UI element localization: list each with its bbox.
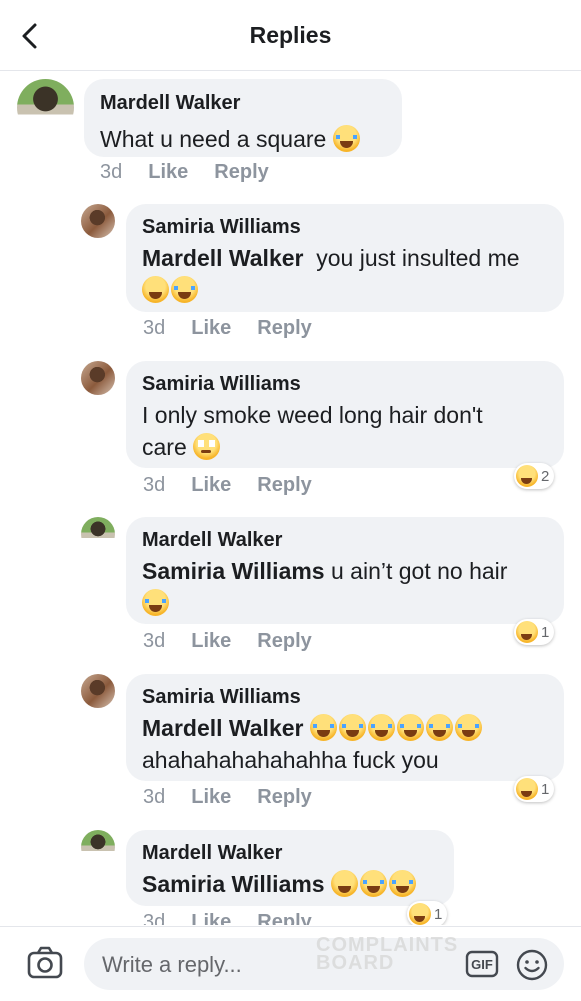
crying-face-icon xyxy=(454,714,482,741)
reply-input[interactable] xyxy=(100,948,444,982)
comment-time: 3d xyxy=(143,786,166,808)
comment-actions: 3d Like Reply xyxy=(143,317,338,340)
reply-input-container[interactable]: GIF xyxy=(84,938,564,990)
comment-time: 3d xyxy=(100,161,123,183)
smiley-icon[interactable] xyxy=(515,948,549,982)
comment-time: 3d xyxy=(143,474,166,496)
reply-button[interactable]: Reply xyxy=(257,911,311,925)
replies-list: Mardell Walker What u need a square 3d Li… xyxy=(0,71,581,925)
comment-author[interactable]: Mardell Walker xyxy=(142,842,282,865)
avatar[interactable] xyxy=(81,830,115,864)
page-title: Replies xyxy=(249,22,332,48)
comment-text: Samiria Williams u ain’t got no hair xyxy=(142,558,508,584)
comment-author[interactable]: Mardell Walker xyxy=(142,529,282,552)
comment-bubble[interactable]: Mardell Walker Samiria Williams xyxy=(126,830,454,906)
comment-actions: 3d Like Reply xyxy=(143,911,338,925)
laughing-face-icon xyxy=(142,276,169,303)
comment-bubble[interactable]: Mardell Walker Samiria Williams u ain’t … xyxy=(126,517,564,624)
comment-text-line2: ahahahahahahahha fuck you xyxy=(142,747,439,773)
like-button[interactable]: Like xyxy=(191,911,231,925)
comment-emojis xyxy=(142,274,200,306)
like-button[interactable]: Like xyxy=(191,474,231,496)
crying-face-icon xyxy=(171,276,198,303)
svg-text:GIF: GIF xyxy=(471,957,493,972)
reply-button[interactable]: Reply xyxy=(257,786,311,808)
like-button[interactable]: Like xyxy=(191,317,231,339)
reaction-count[interactable]: 1 xyxy=(407,901,448,925)
comment-author[interactable]: Mardell Walker xyxy=(100,92,240,115)
crying-face-icon xyxy=(309,714,337,741)
laughing-face-icon xyxy=(409,903,431,925)
like-button[interactable]: Like xyxy=(191,786,231,808)
comment-actions: 3d Like Reply xyxy=(143,786,338,809)
comment-bubble[interactable]: Mardell Walker What u need a square xyxy=(84,79,402,157)
reply-button[interactable]: Reply xyxy=(257,474,311,496)
crying-face-icon xyxy=(332,125,360,152)
comment-time: 3d xyxy=(143,911,166,925)
crying-face-icon xyxy=(142,589,169,616)
reply-button[interactable]: Reply xyxy=(214,161,268,183)
gif-button[interactable]: GIF xyxy=(465,950,499,978)
comment-text: Mardell Walker xyxy=(142,712,484,744)
avatar[interactable] xyxy=(81,361,115,395)
reply-button[interactable]: Reply xyxy=(257,317,311,339)
mention-tag[interactable]: Mardell Walker xyxy=(142,245,303,271)
comment-text-line2: care xyxy=(142,431,222,463)
crying-face-icon xyxy=(360,870,387,897)
comment-bubble[interactable]: Samiria Williams Mardell Walker ahahahah… xyxy=(126,674,564,781)
avatar[interactable] xyxy=(81,204,115,238)
comment-text: Samiria Williams xyxy=(142,868,418,900)
mention-tag[interactable]: Samiria Williams xyxy=(142,871,325,897)
comment-emojis xyxy=(142,587,171,619)
comment-author[interactable]: Samiria Williams xyxy=(142,373,301,396)
avatar[interactable] xyxy=(81,517,115,551)
laughing-face-icon xyxy=(516,621,538,643)
crying-face-icon xyxy=(389,870,416,897)
comment-text: What u need a square xyxy=(100,123,362,155)
comment-actions: 3d Like Reply xyxy=(143,630,338,653)
like-button[interactable]: Like xyxy=(191,630,231,652)
laughing-face-icon xyxy=(516,778,538,800)
crying-face-icon xyxy=(367,714,395,741)
comment-time: 3d xyxy=(143,317,166,339)
mention-tag[interactable]: Samiria Williams xyxy=(142,558,325,584)
camera-icon[interactable] xyxy=(26,946,64,980)
reaction-count[interactable]: 1 xyxy=(514,619,555,645)
comment-author[interactable]: Samiria Williams xyxy=(142,686,301,709)
crying-face-icon xyxy=(338,714,366,741)
mention-tag[interactable]: Mardell Walker xyxy=(142,715,303,741)
comment-text: I only smoke weed long hair don't xyxy=(142,402,483,428)
crying-face-icon xyxy=(425,714,453,741)
avatar[interactable] xyxy=(17,79,74,136)
comment-actions: 3d Like Reply xyxy=(100,161,295,184)
laughing-face-icon xyxy=(516,465,538,487)
crying-face-icon xyxy=(396,714,424,741)
laughing-face-icon xyxy=(331,870,358,897)
reply-button[interactable]: Reply xyxy=(257,630,311,652)
comment-time: 3d xyxy=(143,630,166,652)
comment-bubble[interactable]: Samiria Williams Mardell Walker you just… xyxy=(126,204,564,312)
top-bar: Replies xyxy=(0,0,581,71)
like-button[interactable]: Like xyxy=(148,161,188,183)
comment-text: Mardell Walker you just insulted me xyxy=(142,245,520,271)
eye-roll-face-icon xyxy=(193,433,221,460)
reaction-count[interactable]: 2 xyxy=(514,463,555,489)
reaction-count[interactable]: 1 xyxy=(514,776,555,802)
avatar[interactable] xyxy=(81,674,115,708)
comment-bubble[interactable]: Samiria Williams I only smoke weed long … xyxy=(126,361,564,468)
reply-composer: GIF xyxy=(0,926,581,1001)
comment-author[interactable]: Samiria Williams xyxy=(142,216,301,239)
comment-actions: 3d Like Reply xyxy=(143,474,338,497)
